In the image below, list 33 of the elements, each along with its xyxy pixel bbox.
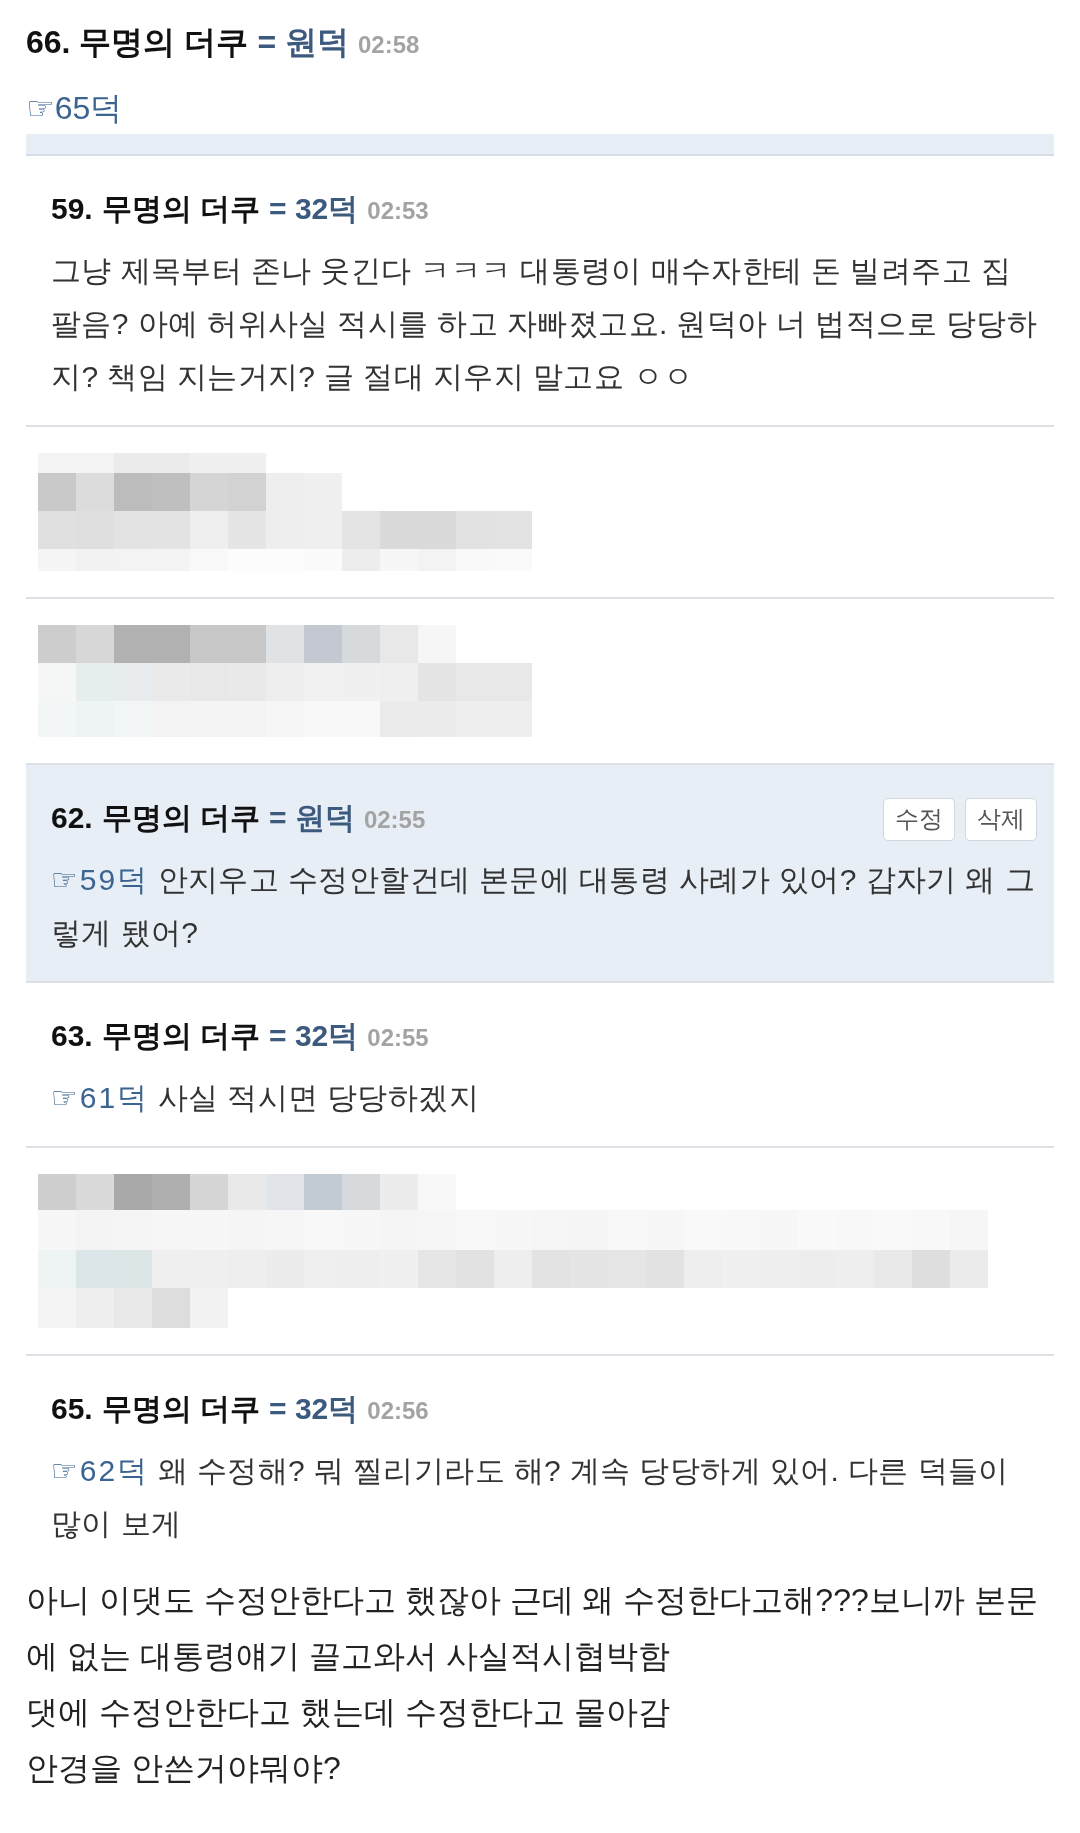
comment-time: 02:58	[357, 30, 420, 60]
caption-text: 아니 이댓도 수정안한다고 했잖아 근데 왜 수정한다고해???보니까 본문에 없는 대통령얘기 끌고와서 사실적시협박함	[26, 1581, 1039, 1676]
author-name: 무명의 더쿠	[101, 191, 261, 227]
comment-number: 65.	[51, 1391, 93, 1427]
edit-button[interactable]: 수정	[883, 797, 955, 841]
author-name: 무명의 더쿠	[101, 1391, 261, 1427]
caption-text: 댓에 수정안한다고 했는데 수정한다고 몰아감	[26, 1693, 671, 1732]
comment-time: 02:55	[367, 1023, 429, 1053]
author-name: 무명의 더쿠	[101, 1018, 261, 1054]
comment-time: 02:56	[367, 1396, 429, 1426]
author-name: 무명의 더쿠	[101, 800, 261, 836]
comment-number: 66.	[26, 23, 71, 62]
comment-number: 63.	[51, 1018, 93, 1054]
author-tag: = 원덕	[257, 20, 349, 64]
author-tag: = 원덕	[269, 796, 355, 840]
comment-text: 그냥 제목부터 존나 웃긴다 ㅋㅋㅋ 대통령이 매수자한테 돈 빌려주고 집 팔음? 아예 허위사실 적시를 하고 자빠졌고요. 원덕아 너 법적으로 당당하지? 책임 지는거지? 글 절대 지우지 말고요 ㅇㅇ	[51, 253, 1039, 395]
reply-link[interactable]: ☞59덕	[51, 863, 149, 896]
reply-link[interactable]: ☞62덕	[51, 1454, 149, 1487]
comment-number: 62.	[51, 800, 93, 836]
author-name: 무명의 더쿠	[79, 23, 249, 62]
author-tag: = 32덕	[269, 1387, 359, 1431]
reply-link[interactable]: ☞61덕	[51, 1081, 149, 1114]
author-tag: = 32덕	[269, 187, 359, 231]
comment-text: ☞62덕 왜 수정해? 뭐 찔리기라도 해? 계속 당당하게 있어. 다른 덕들이 많이 보게	[51, 1453, 1010, 1542]
caption-text: 안경을 안쓴거야뭐야?	[26, 1749, 342, 1788]
comment-text: ☞61덕 사실 적시면 당당하겠지	[51, 1080, 481, 1116]
reply-link[interactable]: ☞65덕	[26, 90, 123, 126]
comment-time: 02:55	[363, 805, 426, 835]
delete-button[interactable]: 삭제	[965, 797, 1037, 841]
comment-text: ☞59덕 안지우고 수정안할건데 본문에 대통령 사례가 있어? 갑자기 왜 그렇게 됐어?	[51, 862, 1036, 951]
comment-number: 59.	[51, 191, 93, 227]
author-tag: = 32덕	[269, 1014, 359, 1058]
comment-time: 02:53	[367, 196, 429, 226]
